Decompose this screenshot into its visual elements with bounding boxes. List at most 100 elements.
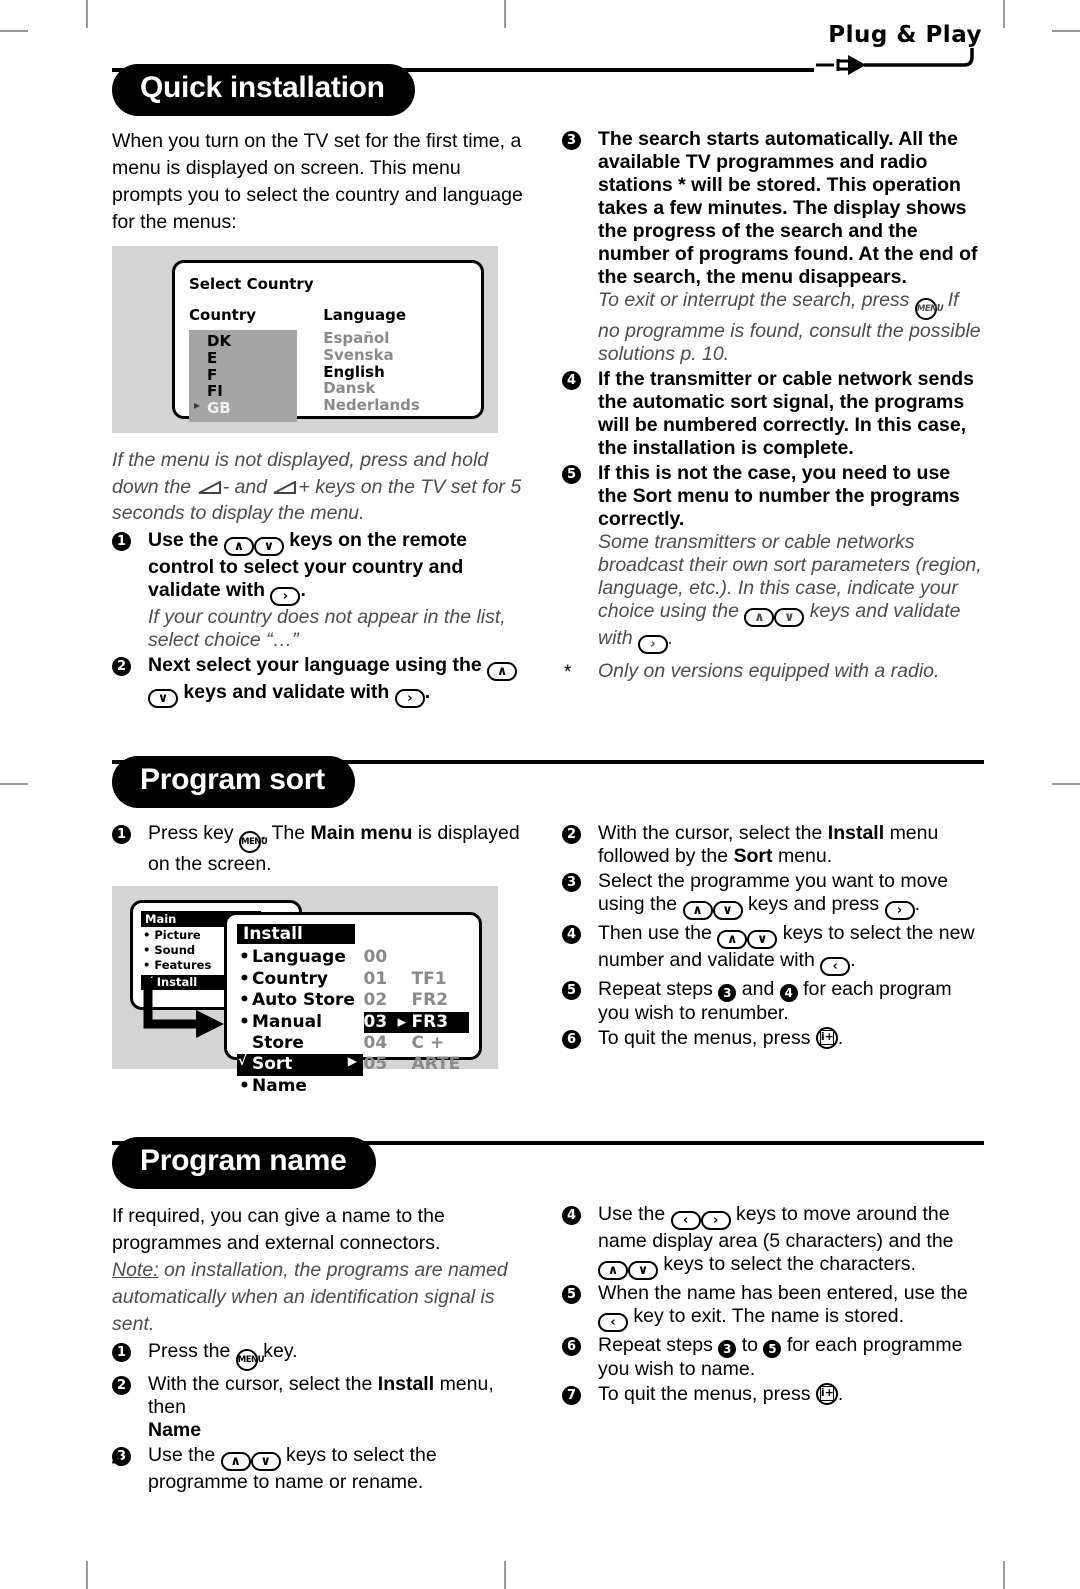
install-item-auto-store[interactable]: Auto Store [237,990,364,1012]
key-left-icon[interactable]: ‹ [598,1313,628,1333]
key-left-icon[interactable]: ‹ [820,957,851,977]
step-number: 5 [562,1285,581,1305]
program-name: C + [411,1032,445,1053]
step-text-bold-name: Name [148,1418,202,1441]
osd-country-list: DK E F FI GB [189,329,297,423]
key-menu-icon[interactable]: MENU [239,831,268,854]
program-row-selected[interactable]: 03 ▸ FR3 [363,1011,469,1033]
osd-language-item[interactable]: Nederlands [323,397,467,414]
install-menu-title: Install [237,924,355,945]
step-note-a: To exit or interrupt the search, press [598,289,910,311]
program-row[interactable]: 01 TF1 [364,969,469,990]
step-text-bold: Main menu [310,822,413,845]
key-up-icon[interactable]: ∧ [598,1261,628,1281]
manual-page: Plug & Play Quick installation When you … [0,0,1080,1589]
step-number: 4 [562,1206,581,1226]
key-down-icon[interactable]: ∨ [253,537,284,557]
install-item-language[interactable]: Language [237,947,364,969]
step-reference: 3 [718,1340,737,1359]
main-menu-item-label: Picture [154,928,201,943]
page-number: 4 [112,1450,123,1471]
page-content: Plug & Play Quick installation When you … [112,22,984,1494]
program-sort-left-column: 1 Press key MENU. The Main menu is displ… [112,810,534,1098]
program-row[interactable]: 00 [364,947,469,968]
osd-country-item[interactable]: F [189,366,297,384]
step-text-a: With the cursor, select the [598,822,823,845]
osd-language-item[interactable]: Svenska [323,346,467,364]
osd-country-item[interactable]: E [189,349,297,367]
step-text-c: . [850,949,856,972]
step-number: 1 [112,532,131,552]
program-row[interactable]: 05 ARTE [364,1054,469,1075]
quick-install-intro: When you turn on the TV set for the firs… [112,130,523,233]
key-down-icon[interactable]: ∨ [628,1261,658,1281]
osd-country-item[interactable]: FI [189,383,297,400]
crop-mark-right-mid [1052,783,1080,785]
key-right-icon[interactable]: › [884,901,915,921]
key-up-icon[interactable]: ∧ [682,901,713,921]
osd-country-item-selected[interactable]: GB [189,399,297,417]
key-down-icon[interactable]: ∨ [774,608,805,627]
program-name-columns: If required, you can give a name to the … [112,1191,984,1494]
quick-installation-left-column: When you turn on the TV set for the firs… [112,118,534,709]
step-text-a: Next select your language using the [148,654,482,677]
key-up-icon[interactable]: ∧ [223,537,254,557]
install-item-label: Sort [252,1054,293,1075]
osd-language-item-selected[interactable]: English [323,363,467,381]
plug-and-play-logo: Plug & Play [814,22,984,82]
key-down-icon[interactable]: ∨ [712,901,743,921]
install-item-name[interactable]: Name [237,1076,364,1098]
step-quick-4: 4 If the transmitter or cable network se… [562,368,984,460]
crop-mark-bottom-left [86,1561,88,1589]
osd-country-item[interactable]: DK [189,332,297,350]
key-down-icon[interactable]: ∨ [747,930,778,950]
program-number: 03 [363,1011,388,1032]
install-item-sort-selected[interactable]: Sort ▶ [237,1054,363,1076]
program-name: TF1 [411,968,447,989]
install-item-country[interactable]: Country [237,969,364,991]
step-text-bold-install: Install [827,822,885,845]
program-number: 01 [363,968,388,989]
step-text-a: To quit the menus, press [598,1383,811,1406]
program-name-left-column: If required, you can give a name to the … [112,1191,534,1494]
step-text-a: Use the [148,1443,216,1466]
key-right-icon[interactable]: › [270,587,301,607]
note-label: Note: [112,1259,159,1282]
crop-mark-left-mid [0,783,28,785]
key-menu-icon[interactable]: MENU [914,298,944,320]
program-cursor [398,947,412,968]
key-info-icon[interactable] [815,1383,838,1406]
step-sort-1: 1 Press key MENU. The Main menu is displ… [112,822,534,876]
key-menu-icon[interactable]: MENU [235,1348,265,1371]
step-text-c: . [424,681,431,704]
key-right-icon[interactable]: › [700,1211,731,1231]
key-up-icon[interactable]: ∧ [220,1451,251,1471]
program-name: ARTE [411,1054,461,1075]
key-right-icon[interactable]: › [394,689,425,709]
key-info-icon[interactable] [815,1027,838,1050]
osd-language-item[interactable]: Dansk [323,380,467,397]
key-up-icon[interactable]: ∧ [744,608,775,627]
step-name-1: 1 Press the MENU key. [112,1340,534,1371]
key-down-icon[interactable]: ∨ [250,1451,281,1471]
program-row[interactable]: 04 C + [364,1033,469,1054]
step-sort-4: 4 Then use the ∧ ∨ keys to select the new… [562,922,984,977]
key-up-icon[interactable]: ∧ [717,930,748,950]
note-menu-not-displayed: If the menu is not displayed, press and … [112,447,534,528]
install-item-manual-store[interactable]: Manual Store [237,1012,364,1055]
step-name-5: 5 When the name has been entered, use th… [562,1282,984,1333]
volume-up-icon [273,480,297,494]
quick-installation-right-column: 3 The search starts automatically. All t… [562,118,984,708]
program-number: 04 [363,1032,388,1053]
volume-down-icon [198,480,221,494]
key-up-icon[interactable]: ∧ [487,662,518,682]
key-left-icon[interactable]: ‹ [670,1211,701,1231]
install-menu-item-list: Language Country Auto Store Manual Store… [237,947,364,1098]
step-name-7: 7 To quit the menus, press . [562,1383,984,1406]
program-cursor [398,990,412,1011]
key-right-icon[interactable]: › [638,635,669,654]
program-row[interactable]: 02 FR2 [364,990,469,1011]
key-down-icon[interactable]: ∨ [148,689,178,709]
osd-language-item[interactable]: Español [323,329,467,347]
step-number: 6 [562,1337,581,1357]
